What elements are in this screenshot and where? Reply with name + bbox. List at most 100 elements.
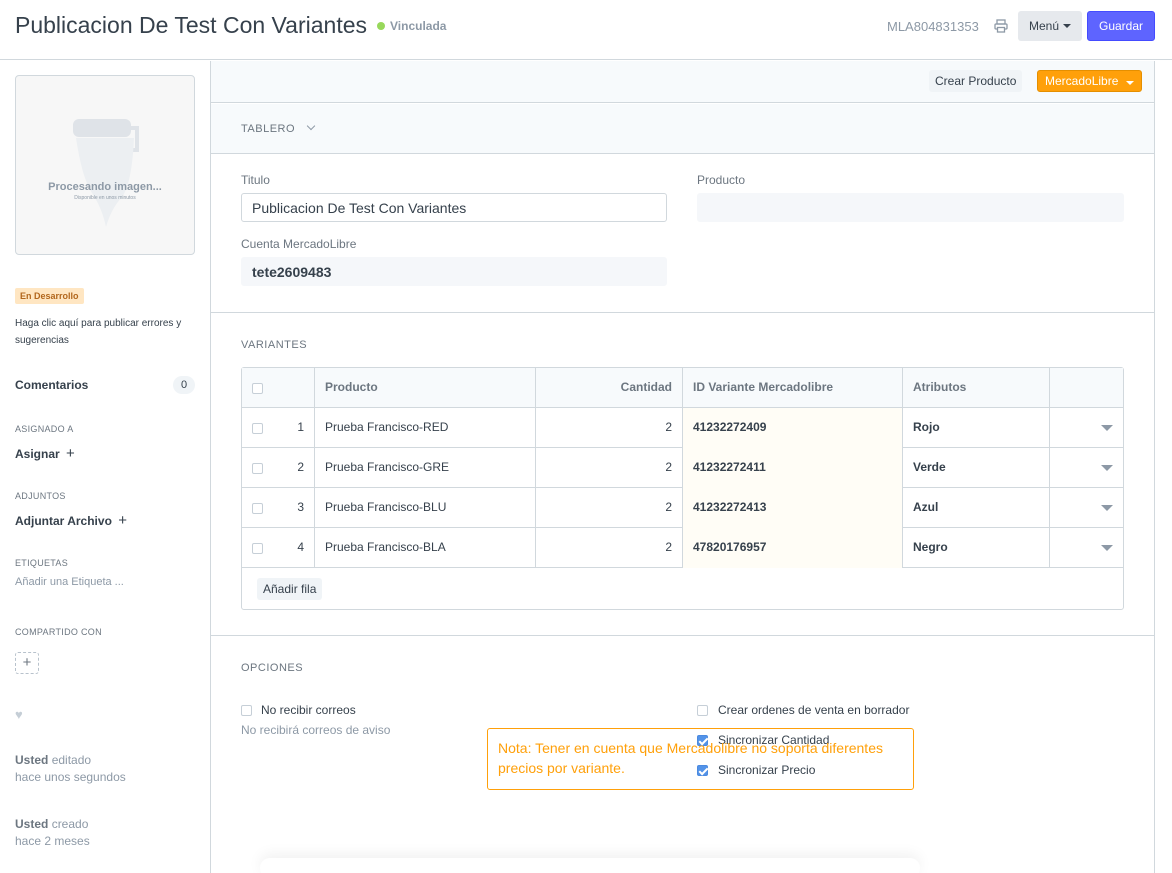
draft-orders-checkbox[interactable] (697, 705, 708, 716)
heart-icon[interactable]: ♥ (15, 707, 23, 722)
account-field-label: Cuenta MercadoLibre (241, 237, 357, 251)
activity-action: creado (51, 817, 89, 831)
form-toolbar: Crear Producto MercadoLibre (211, 61, 1154, 103)
column-header-variant-id: ID Variante Mercadolibre (693, 380, 834, 394)
cell-attributes[interactable]: Azul (903, 488, 1049, 528)
row-checkbox[interactable] (252, 503, 263, 514)
cell-product[interactable]: Prueba Francisco-RED (315, 408, 535, 448)
variants-section-label: VARIANTES (241, 339, 308, 351)
menu-button[interactable]: Menú (1018, 11, 1082, 41)
column-divider (1049, 368, 1050, 408)
table-row[interactable]: 4 Prueba Francisco-BLA 2 47820176957 Neg… (242, 528, 1123, 568)
row-checkbox[interactable] (252, 543, 263, 554)
cell-quantity[interactable]: 2 (536, 448, 682, 488)
save-button[interactable]: Guardar (1087, 11, 1155, 41)
assigned-label: ASIGNADO A (15, 424, 74, 434)
no-emails-label[interactable]: No recibir correos (261, 703, 356, 717)
row-dropdown-icon[interactable] (1101, 465, 1113, 471)
activity-item: Usted creado hace 2 meses (15, 816, 90, 850)
print-icon[interactable] (994, 19, 1008, 33)
add-row-button[interactable]: Añadir fila (257, 578, 323, 600)
cell-quantity[interactable]: 2 (536, 408, 682, 448)
activity-time: hace 2 meses (15, 834, 90, 848)
image-processing-subtext: Disponible en unos minutos (74, 195, 136, 201)
cell-attributes[interactable]: Verde (903, 448, 1049, 488)
table-row[interactable]: 3 Prueba Francisco-BLU 2 41232272413 Azu… (242, 488, 1123, 528)
feedback-link[interactable]: Haga clic aquí para publicar errores y s… (15, 315, 200, 349)
column-divider (1049, 408, 1050, 448)
menu-button-label: Menú (1028, 19, 1060, 33)
options-section-label: OPCIONES (241, 662, 304, 674)
table-header: Producto Cantidad ID Variante Mercadolib… (242, 368, 1123, 408)
draft-orders-label[interactable]: Crear ordenes de venta en borrador (718, 703, 909, 717)
row-checkbox[interactable] (252, 463, 263, 474)
row-index: 4 (297, 540, 304, 554)
dashboard-label-text: TABLERO (241, 123, 296, 135)
column-header-product: Producto (325, 380, 378, 394)
shared-with-label: COMPARTIDO CON (15, 627, 102, 637)
activity-user: Usted (15, 753, 49, 767)
cell-variant-id[interactable]: 41232272409 (683, 408, 902, 448)
dashboard-section-header[interactable]: TABLERO (211, 104, 1154, 154)
create-product-button[interactable]: Crear Producto (929, 70, 1023, 92)
cell-quantity[interactable]: 2 (536, 488, 682, 528)
section-divider (211, 312, 1154, 313)
attachments-label: ADJUNTOS (15, 491, 66, 501)
cell-product[interactable]: Prueba Francisco-GRE (315, 448, 535, 488)
table-row[interactable]: 1 Prueba Francisco-RED 2 41232272409 Roj… (242, 408, 1123, 448)
cell-attributes[interactable]: Negro (903, 528, 1049, 568)
comment-count-badge: 0 (173, 376, 195, 394)
comments-link[interactable]: Comentarios (15, 378, 88, 392)
assign-button[interactable]: Asignar + (15, 445, 75, 462)
cell-attributes[interactable]: Rojo (903, 408, 1049, 448)
column-divider (1049, 488, 1050, 528)
activity-item: Usted editado hace unos segundos (15, 752, 126, 786)
activity-time: hace unos segundos (15, 770, 126, 784)
select-all-checkbox[interactable] (252, 383, 263, 394)
dashboard-label: TABLERO (241, 121, 315, 135)
row-index: 3 (297, 500, 304, 514)
cell-quantity[interactable]: 2 (536, 528, 682, 568)
page-header: Publicacion De Test Con Variantes Vincul… (0, 0, 1172, 60)
plus-icon: + (118, 512, 128, 529)
status-dot-icon (377, 22, 385, 30)
image-placeholder[interactable]: Procesando imagen... Disponible en unos … (15, 75, 195, 255)
share-add-button[interactable]: + (15, 652, 39, 674)
plus-icon: + (22, 654, 32, 671)
mercadolibre-dropdown-button[interactable]: MercadoLibre (1037, 70, 1142, 92)
price-variant-note: Nota: Tener en cuenta que Mercadolibre n… (487, 728, 914, 790)
row-dropdown-icon[interactable] (1101, 425, 1113, 431)
row-index: 1 (297, 420, 304, 434)
cell-variant-id[interactable]: 47820176957 (683, 528, 902, 568)
title-input[interactable]: Publicacion De Test Con Variantes (241, 193, 667, 222)
table-row[interactable]: 2 Prueba Francisco-GRE 2 41232272411 Ver… (242, 448, 1123, 488)
account-field: tete2609483 (241, 257, 667, 286)
tags-label: ETIQUETAS (15, 558, 69, 568)
row-checkbox[interactable] (252, 423, 263, 434)
cell-variant-id[interactable]: 41232272413 (683, 488, 902, 528)
status-indicator: Vinculada (377, 19, 446, 33)
variants-table: Producto Cantidad ID Variante Mercadolib… (241, 367, 1124, 610)
chevron-down-icon (1063, 24, 1072, 28)
row-dropdown-icon[interactable] (1101, 545, 1113, 551)
add-tag-input[interactable]: Añadir una Etiqueta ... (15, 576, 124, 588)
cell-product[interactable]: Prueba Francisco-BLU (315, 488, 535, 528)
column-header-quantity: Cantidad (620, 380, 672, 394)
activity-action: editado (51, 753, 92, 767)
section-divider (211, 635, 1154, 636)
cell-product[interactable]: Prueba Francisco-BLA (315, 528, 535, 568)
column-divider (1049, 448, 1050, 488)
attach-file-label: Adjuntar Archivo (15, 514, 112, 528)
product-field (697, 193, 1124, 222)
document-id: MLA804831353 (887, 19, 979, 34)
bottom-shadow (260, 858, 920, 873)
no-emails-description: No recibirá correos de aviso (241, 723, 391, 737)
row-dropdown-icon[interactable] (1101, 505, 1113, 511)
cell-variant-id[interactable]: 41232272411 (683, 448, 902, 488)
mercadolibre-label: MercadoLibre (1045, 74, 1119, 88)
status-badge: En Desarrollo (15, 288, 84, 304)
no-emails-checkbox[interactable] (241, 705, 252, 716)
chevron-down-icon (306, 121, 315, 131)
page-title: Publicacion De Test Con Variantes (15, 12, 368, 38)
attach-file-button[interactable]: Adjuntar Archivo + (15, 512, 127, 529)
